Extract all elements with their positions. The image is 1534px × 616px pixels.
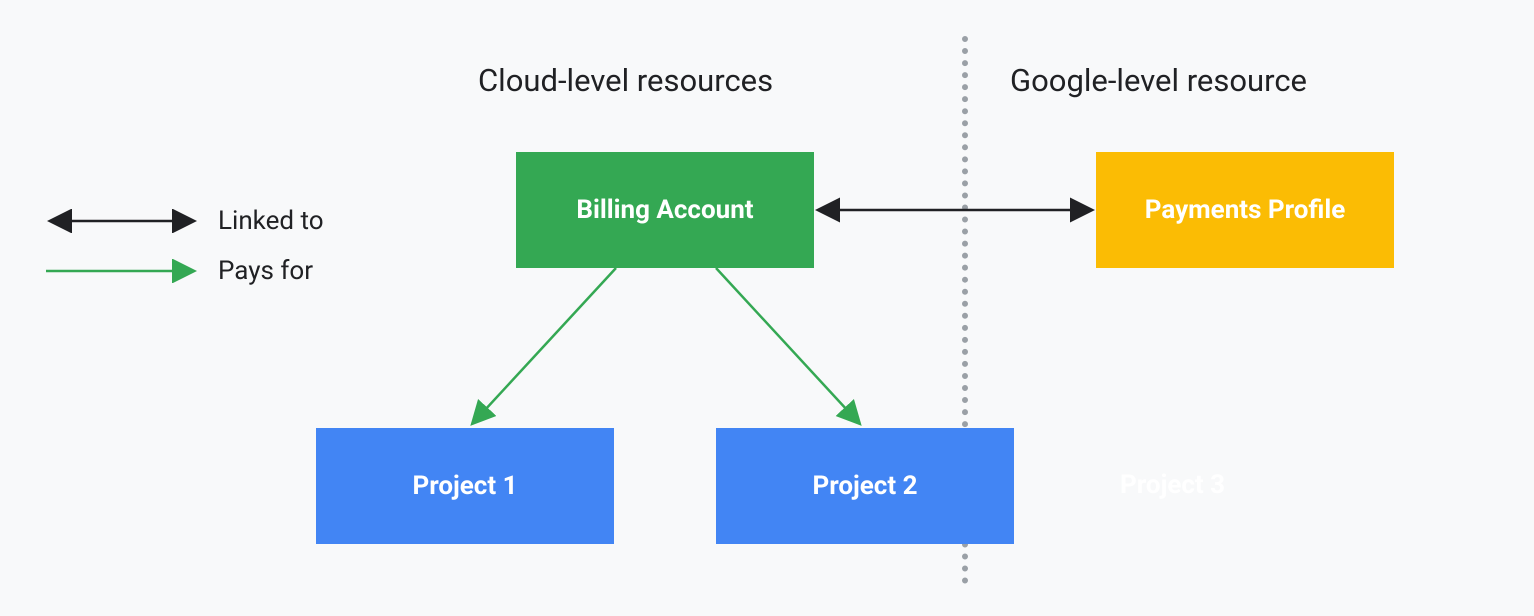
- legend-linked-label: Linked to: [218, 206, 324, 236]
- payments-profile-box: Payments Profile: [1096, 152, 1394, 268]
- project-1-box: Project 1: [316, 428, 614, 544]
- project-2-box: Project 2: [716, 428, 1014, 544]
- legend-pays-row: Pays for: [42, 246, 324, 296]
- legend: Linked to Pays for: [42, 196, 324, 296]
- legend-linked-row: Linked to: [42, 196, 324, 246]
- payments-profile-label: Payments Profile: [1145, 195, 1346, 225]
- legend-pays-arrow-icon: [42, 259, 202, 283]
- project-3-placeholder: Project 3: [1120, 470, 1225, 500]
- project-1-label: Project 1: [412, 471, 517, 501]
- heading-cloud-level: Cloud-level resources: [478, 62, 773, 99]
- legend-linked-arrow-icon: [42, 209, 202, 233]
- heading-google-level: Google-level resource: [1010, 62, 1307, 99]
- link-billing-project1: [472, 268, 616, 424]
- billing-account-label: Billing Account: [576, 195, 753, 225]
- legend-pays-label: Pays for: [218, 256, 313, 286]
- project-2-label: Project 2: [812, 471, 917, 501]
- diagram-canvas: Cloud-level resources Google-level resou…: [0, 0, 1534, 616]
- link-billing-project2: [716, 268, 860, 424]
- billing-account-box: Billing Account: [516, 152, 814, 268]
